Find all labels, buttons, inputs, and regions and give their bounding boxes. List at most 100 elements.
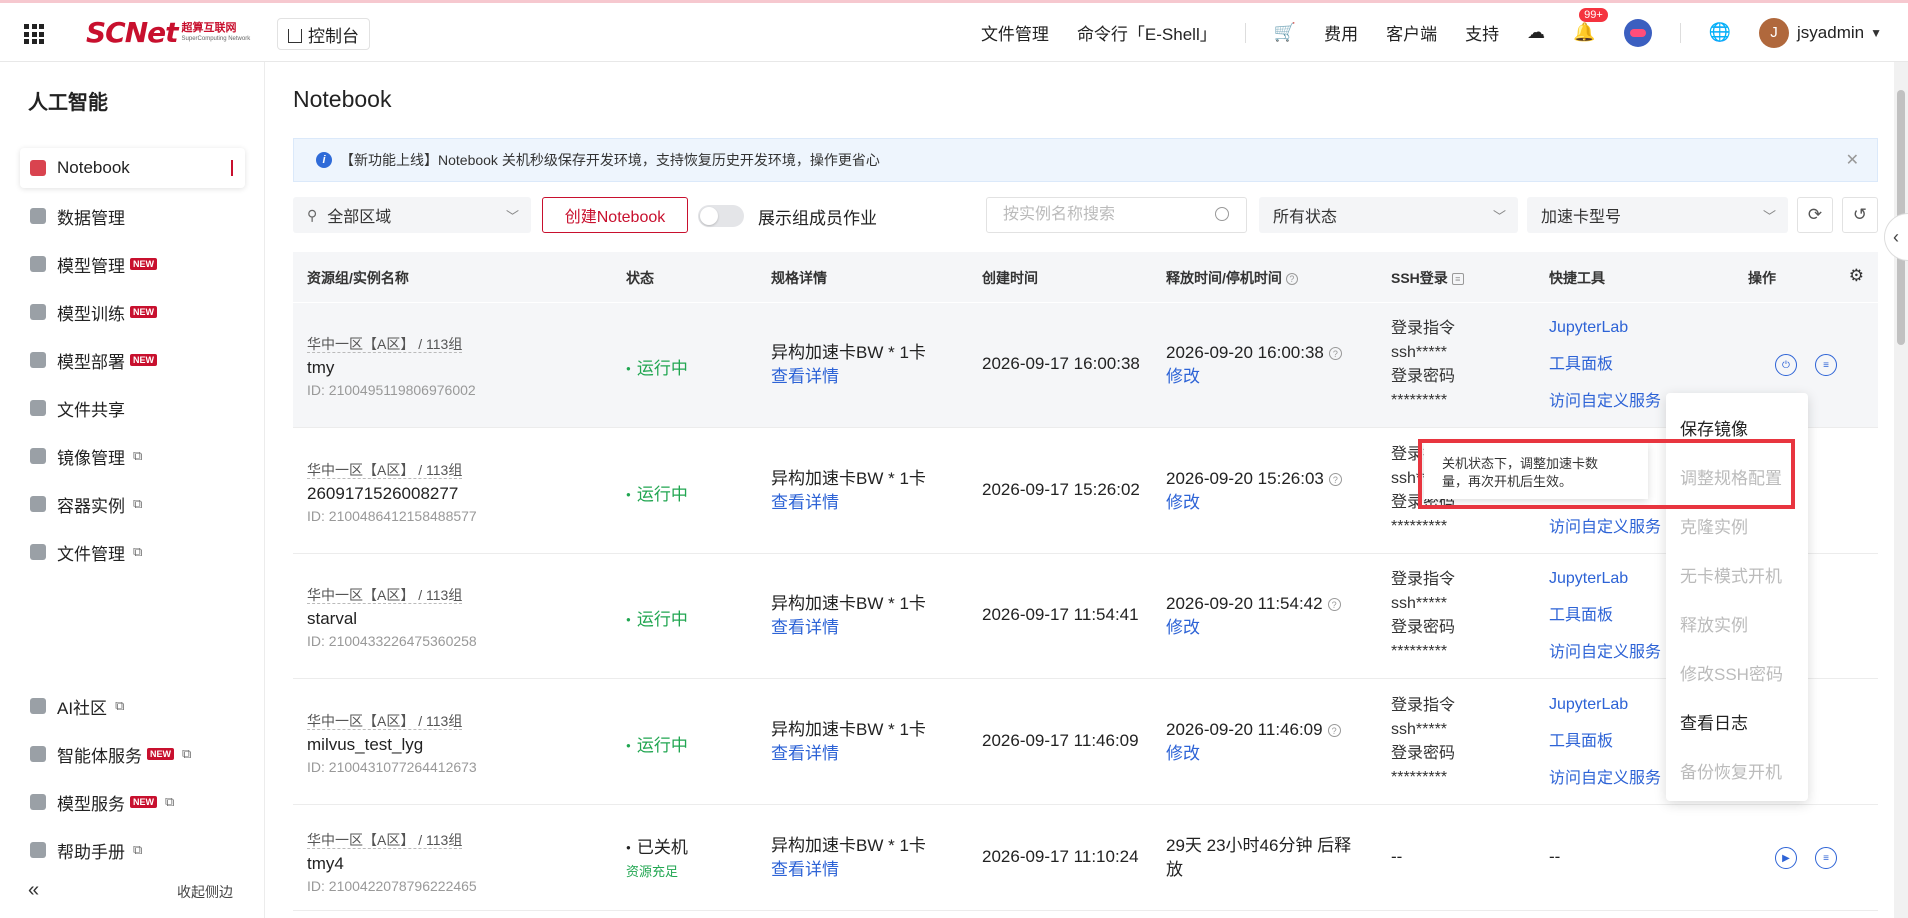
cloud-upload-icon[interactable]: ☁ bbox=[1527, 22, 1545, 43]
ssh-cmd[interactable]: ssh***** bbox=[1391, 592, 1455, 616]
tool-panel-link[interactable]: 工具面板 bbox=[1549, 597, 1661, 634]
sidebar-item[interactable]: 数据管理 bbox=[20, 196, 245, 236]
resource-group[interactable]: 华中一区【A区】 / 113组 bbox=[307, 587, 463, 604]
resource-group[interactable]: 华中一区【A区】 / 113组 bbox=[307, 336, 463, 353]
sidebar-item[interactable]: 文件管理 ⧉ bbox=[20, 532, 245, 572]
ssh-pwd[interactable]: ********* bbox=[1391, 640, 1455, 664]
sidebar-item[interactable]: 帮助手册 ⧉ bbox=[20, 830, 245, 870]
tool-panel-link[interactable]: 工具面板 bbox=[1549, 723, 1661, 760]
modify-link[interactable]: 修改 bbox=[1166, 365, 1342, 389]
avatar[interactable]: J bbox=[1759, 17, 1790, 48]
custom-service-link[interactable]: 访问自定义服务 bbox=[1549, 509, 1661, 546]
fees-link[interactable]: 费用 bbox=[1324, 20, 1358, 45]
ssh-pwd[interactable]: ********* bbox=[1391, 389, 1455, 413]
menu-item[interactable]: 释放实例 bbox=[1680, 611, 1748, 636]
custom-service-link[interactable]: 访问自定义服务 bbox=[1549, 383, 1661, 420]
file-manage-link[interactable]: 文件管理 bbox=[981, 20, 1049, 45]
support-link[interactable]: 支持 bbox=[1465, 20, 1499, 45]
ssh-cmd[interactable]: ssh***** bbox=[1391, 341, 1455, 365]
resource-group[interactable]: 华中一区【A区】 / 113组 bbox=[307, 462, 463, 479]
region-select[interactable]: ⚲ 全部区域 ﹀ bbox=[293, 197, 531, 233]
sidebar-item-label: 容器实例 bbox=[57, 496, 125, 516]
reset-button[interactable]: ↺ bbox=[1842, 197, 1878, 233]
app-grid-icon[interactable] bbox=[24, 24, 44, 44]
menu-item[interactable]: 备份恢复开机 bbox=[1680, 758, 1782, 783]
help-icon[interactable]: ? bbox=[1328, 473, 1342, 486]
sidebar-item[interactable]: 镜像管理 ⧉ bbox=[20, 436, 245, 476]
ssh-cmd[interactable]: ssh***** bbox=[1391, 718, 1455, 742]
help-icon[interactable]: ? bbox=[1327, 598, 1341, 611]
modify-link[interactable]: 修改 bbox=[1166, 491, 1342, 515]
external-link-icon: ⧉ bbox=[133, 842, 143, 857]
resource-group[interactable]: 华中一区【A区】 / 113组 bbox=[307, 832, 463, 849]
close-icon[interactable]: ✕ bbox=[1846, 150, 1859, 170]
menu-item-icon bbox=[30, 794, 46, 810]
collapse-icon[interactable]: « bbox=[28, 879, 39, 902]
menu-item[interactable]: 保存镜像 bbox=[1680, 415, 1748, 440]
menu-item[interactable]: 无卡模式开机 bbox=[1680, 562, 1782, 587]
ssh-pwd[interactable]: ********* bbox=[1391, 766, 1455, 790]
card-model-select[interactable]: 加速卡型号 ﹀ bbox=[1527, 197, 1788, 233]
menu-item-icon bbox=[30, 352, 46, 368]
doc-icon[interactable]: ≡ bbox=[1451, 273, 1464, 285]
instance-name: milvus_test_lyg bbox=[307, 735, 424, 754]
sidebar-item[interactable]: 文件共享 bbox=[20, 388, 245, 428]
sidebar-item[interactable]: Notebook bbox=[20, 148, 245, 188]
menu-item[interactable]: 查看日志 bbox=[1680, 709, 1748, 734]
gear-icon[interactable]: ⚙ bbox=[1849, 266, 1864, 286]
sidebar-item[interactable]: 模型部署 NEW bbox=[20, 340, 245, 380]
console-button[interactable]: 控制台 bbox=[277, 18, 370, 50]
help-icon[interactable]: ? bbox=[1285, 273, 1298, 285]
view-detail-link[interactable]: 查看详情 bbox=[771, 742, 926, 766]
jupyterlab-link[interactable]: JupyterLab bbox=[1549, 686, 1661, 723]
username[interactable]: jsyadmin bbox=[1797, 23, 1864, 43]
show-members-toggle[interactable] bbox=[698, 205, 744, 227]
chevron-down-icon[interactable]: ▼ bbox=[1870, 26, 1882, 40]
sidebar-item[interactable]: 模型训练 NEW bbox=[20, 292, 245, 332]
tool-panel-link[interactable]: 工具面板 bbox=[1549, 346, 1661, 383]
create-notebook-button[interactable]: 创建Notebook bbox=[542, 197, 688, 233]
view-detail-link[interactable]: 查看详情 bbox=[771, 616, 926, 640]
sidebar-item[interactable]: 容器实例 ⧉ bbox=[20, 484, 245, 524]
sidebar-item[interactable]: 模型管理 NEW bbox=[20, 244, 245, 284]
more-menu-icon[interactable]: ≡ bbox=[1815, 847, 1837, 869]
modify-link[interactable]: 修改 bbox=[1166, 616, 1341, 640]
help-icon[interactable]: ? bbox=[1328, 347, 1342, 360]
ssh-pwd-label: 登录密码 bbox=[1391, 368, 1456, 385]
menu-item-icon bbox=[30, 746, 46, 762]
collapse-sidebar-label[interactable]: 收起侧边 bbox=[177, 882, 233, 902]
more-menu-icon[interactable]: ≡ bbox=[1815, 354, 1837, 376]
release-time: 2026-09-20 15:26:03 bbox=[1166, 469, 1324, 488]
jupyterlab-link[interactable]: JupyterLab bbox=[1549, 309, 1661, 346]
logo-text: SCNet bbox=[86, 16, 179, 49]
client-link[interactable]: 客户端 bbox=[1386, 20, 1437, 45]
view-detail-link[interactable]: 查看详情 bbox=[771, 491, 926, 515]
status-select[interactable]: 所有状态 ﹀ bbox=[1259, 197, 1518, 233]
custom-service-link[interactable]: 访问自定义服务 bbox=[1549, 760, 1661, 797]
ssh-pwd[interactable]: ********* bbox=[1391, 515, 1455, 539]
power-icon[interactable]: ⏻ bbox=[1775, 354, 1797, 376]
search-icon[interactable] bbox=[1215, 207, 1229, 221]
view-detail-link[interactable]: 查看详情 bbox=[771, 858, 926, 882]
view-detail-link[interactable]: 查看详情 bbox=[771, 365, 926, 389]
sidebar-item[interactable]: 模型服务 NEW ⧉ bbox=[20, 782, 245, 822]
help-icon[interactable]: ? bbox=[1327, 724, 1341, 737]
play-icon[interactable]: ▶ bbox=[1775, 847, 1797, 869]
menu-item[interactable]: 修改SSH密码 bbox=[1680, 660, 1783, 685]
eshell-link[interactable]: 命令行「E-Shell」 bbox=[1077, 20, 1217, 45]
globe-icon[interactable]: 🌐 bbox=[1709, 22, 1731, 43]
search-input[interactable] bbox=[986, 197, 1247, 233]
sidebar-item[interactable]: 智能体服务 NEW ⧉ bbox=[20, 734, 245, 774]
menu-item[interactable]: 克隆实例 bbox=[1680, 513, 1748, 538]
jupyterlab-link[interactable]: JupyterLab bbox=[1549, 560, 1661, 597]
modify-link[interactable]: 修改 bbox=[1166, 742, 1341, 766]
cart-icon[interactable]: 🛒 bbox=[1274, 22, 1296, 43]
sidebar-item[interactable]: AI社区 ⧉ bbox=[20, 686, 245, 726]
custom-service-link[interactable]: 访问自定义服务 bbox=[1549, 634, 1661, 671]
bell-icon[interactable]: 🔔 99+ bbox=[1573, 8, 1608, 43]
refresh-button[interactable]: ⟳ bbox=[1797, 197, 1833, 233]
spec: 异构加速卡BW * 1卡 bbox=[771, 469, 926, 488]
assistant-robot-icon[interactable] bbox=[1623, 18, 1652, 47]
logo[interactable]: SCNet 超算互联网 SuperComputing Network bbox=[86, 16, 250, 49]
resource-group[interactable]: 华中一区【A区】 / 113组 bbox=[307, 713, 463, 730]
